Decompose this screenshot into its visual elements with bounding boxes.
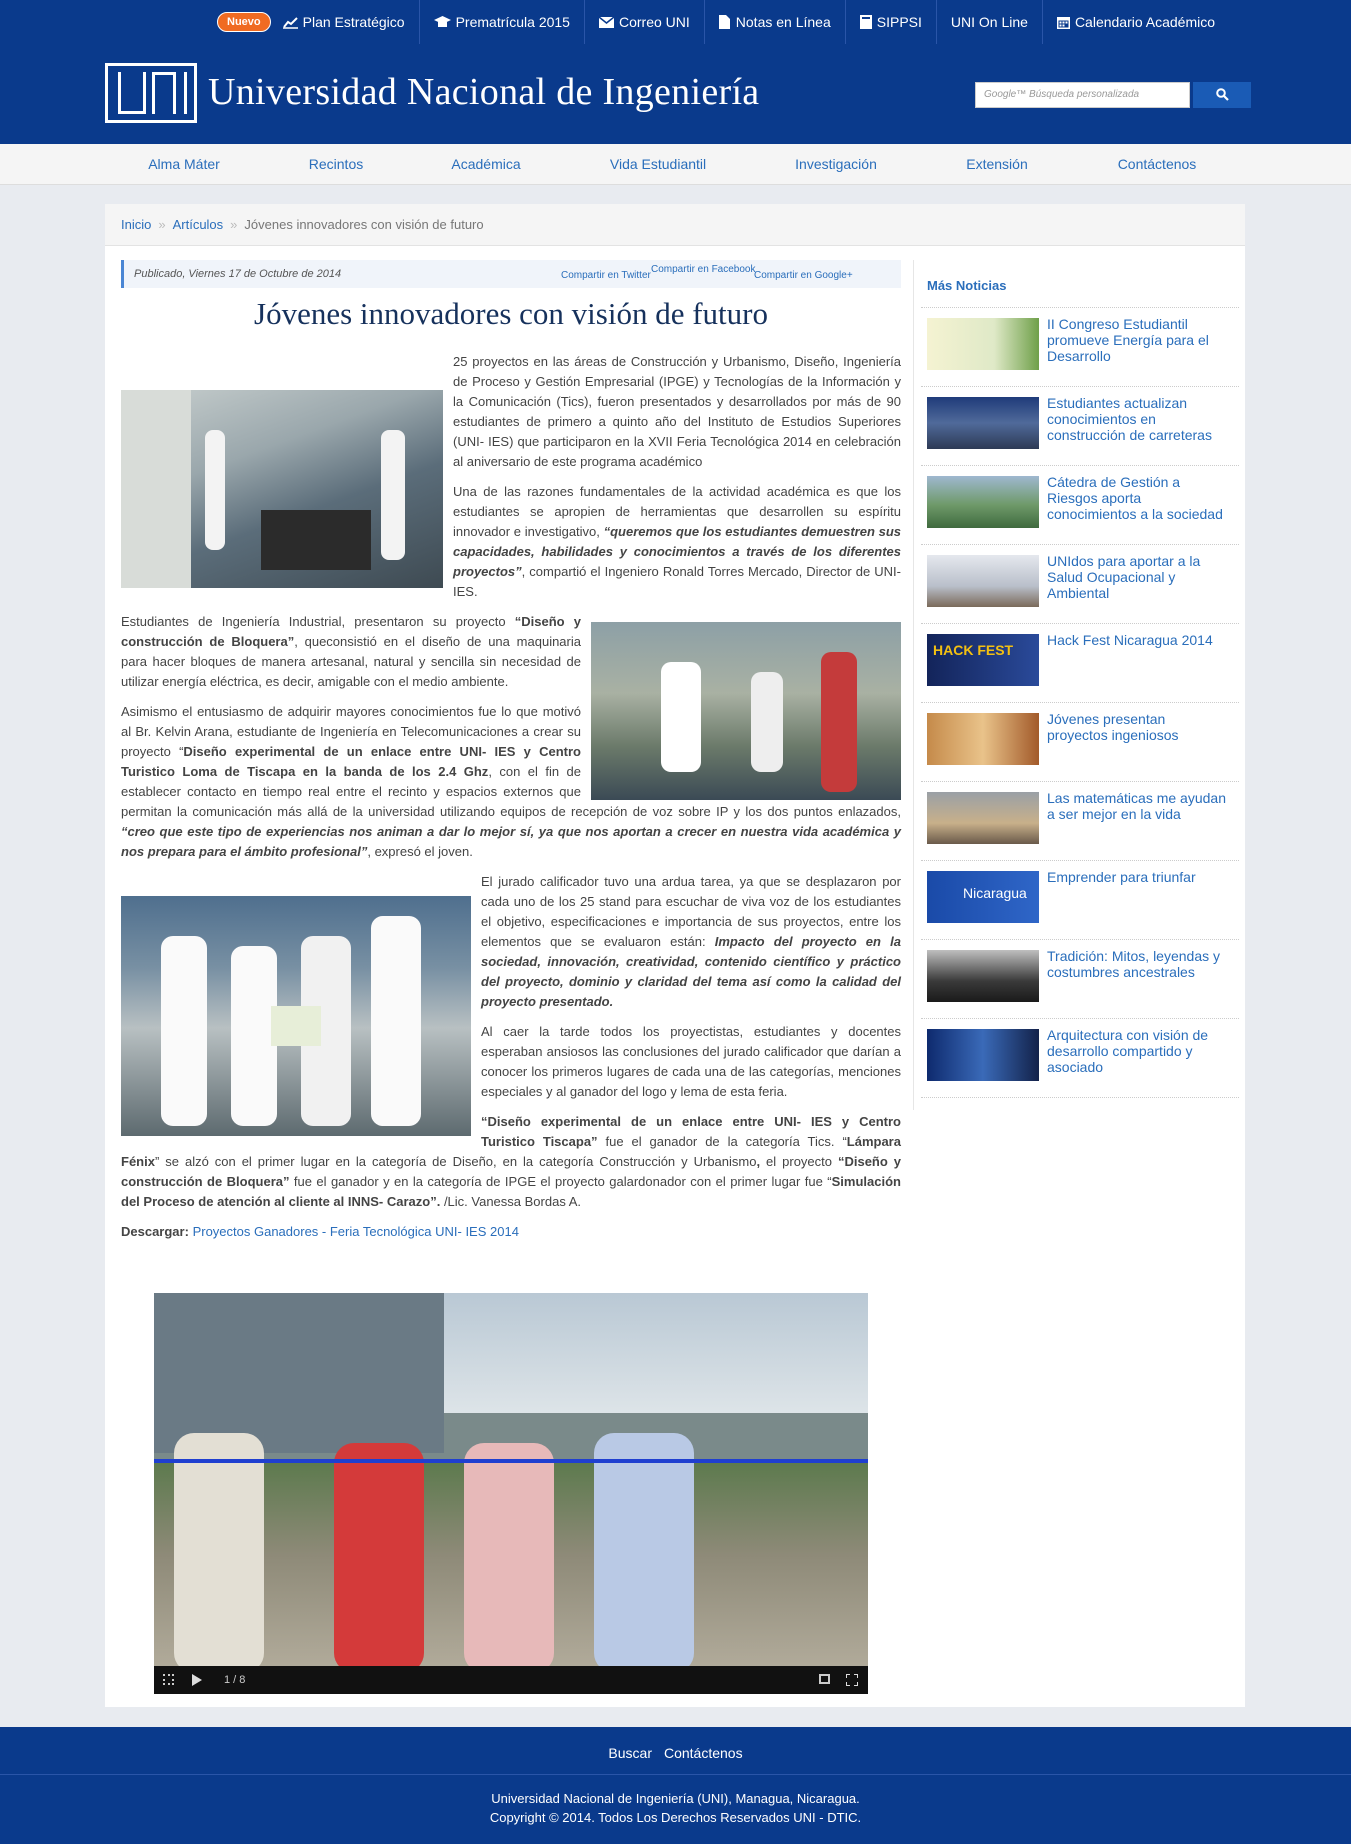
site-header: Universidad Nacional de Ingeniería Googl… xyxy=(0,44,1351,144)
news-thumbnail[interactable] xyxy=(927,950,1039,1002)
nav-contactenos[interactable]: Contáctenos xyxy=(1118,144,1197,184)
news-item[interactable]: Tradición: Mitos, leyendas y costumbres … xyxy=(921,940,1239,1019)
breadcrumb-section[interactable]: Artículos xyxy=(173,217,224,232)
site-name[interactable]: Universidad Nacional de Ingeniería xyxy=(208,70,759,114)
window-icon[interactable] xyxy=(819,1674,830,1684)
chart-icon xyxy=(282,16,298,29)
article-body: 25 proyectos en las áreas de Construcció… xyxy=(121,352,901,1252)
book-icon xyxy=(859,15,872,29)
search-button[interactable] xyxy=(1193,82,1251,108)
breadcrumb-current: Jóvenes innovadores con visión de futuro xyxy=(244,217,484,232)
nav-investigacion[interactable]: Investigación xyxy=(795,144,877,184)
article-title: Jóvenes innovadores con visión de futuro xyxy=(254,296,768,331)
news-item[interactable]: II Congreso Estudiantil promueve Energía… xyxy=(921,308,1239,387)
download-line: Descargar: Proyectos Ganadores - Feria T… xyxy=(121,1224,519,1239)
breadcrumb-home[interactable]: Inicio xyxy=(121,217,151,232)
photo-slideshow[interactable]: 1 / 8 xyxy=(154,1293,868,1694)
nav-extension[interactable]: Extensión xyxy=(966,144,1027,184)
news-item[interactable]: Jóvenes presentan proyectos ingeniosos xyxy=(921,703,1239,782)
footer-copyright: Copyright © 2014. Todos Los Derechos Res… xyxy=(489,1810,862,1825)
news-item[interactable]: Estudiantes actualizan conocimientos en … xyxy=(921,387,1239,466)
main-nav: Alma Máter Recintos Académica Vida Estud… xyxy=(0,144,1351,185)
footer-link-contactenos[interactable]: Contáctenos xyxy=(664,1745,743,1761)
breadcrumb: Inicio» Artículos» Jóvenes innovadores con… xyxy=(105,204,1245,246)
top-links: Nuevo Plan Estratégico Prematrícula 2015… xyxy=(217,0,1229,44)
footer-link-buscar[interactable]: Buscar xyxy=(608,1745,652,1761)
news-item[interactable]: UNIdos para aportar a la Salud Ocupacion… xyxy=(921,545,1239,624)
news-item[interactable]: Nicaragua Emprender para triunfar xyxy=(921,861,1239,940)
top-link-plan-estrategico[interactable]: Plan Estratégico xyxy=(279,0,420,44)
footer-divider xyxy=(0,1774,1351,1775)
news-item[interactable]: Cátedra de Gestión a Riesgos aporta cono… xyxy=(921,466,1239,545)
envelope-icon xyxy=(598,16,614,28)
footer-links: Buscar Contáctenos xyxy=(0,1745,1351,1761)
column-divider xyxy=(913,260,914,1110)
news-thumbnail[interactable] xyxy=(927,713,1039,765)
search-icon xyxy=(1215,88,1229,101)
photo-students-lab xyxy=(121,390,443,588)
top-bar: Nuevo Plan Estratégico Prematrícula 2015… xyxy=(0,0,1351,44)
top-link-calendario[interactable]: Calendario Académico xyxy=(1043,0,1229,44)
news-thumbnail[interactable] xyxy=(927,318,1039,370)
site-footer: Buscar Contáctenos Universidad Nacional d… xyxy=(0,1727,1351,1844)
photo-award-ceremony xyxy=(121,896,471,1136)
top-link-correo[interactable]: Correo UNI xyxy=(585,0,705,44)
fullscreen-icon[interactable] xyxy=(846,1674,858,1686)
search-input[interactable]: Google™ Búsqueda personalizada xyxy=(975,82,1190,108)
search-box: Google™ Búsqueda personalizada xyxy=(975,82,1251,108)
news-thumbnail[interactable] xyxy=(927,792,1039,844)
article-meta: Publicado, Viernes 17 de Octubre de 2014… xyxy=(121,260,901,288)
new-badge: Nuevo xyxy=(217,12,271,32)
top-link-sippsi[interactable]: SIPPSI xyxy=(846,0,937,44)
top-link-uni-online[interactable]: UNI On Line xyxy=(937,0,1043,44)
calendar-icon xyxy=(1056,16,1070,29)
download-link[interactable]: Proyectos Ganadores - Feria Tecnológica … xyxy=(193,1224,519,1239)
grid-icon[interactable] xyxy=(163,1674,174,1685)
news-thumbnail[interactable] xyxy=(927,1029,1039,1081)
nav-vida-estudiantil[interactable]: Vida Estudiantil xyxy=(610,144,706,184)
news-thumbnail[interactable] xyxy=(927,397,1039,449)
content-container: Inicio» Artículos» Jóvenes innovadores con… xyxy=(105,204,1245,1707)
document-icon xyxy=(718,15,730,29)
publish-date: Publicado, Viernes 17 de Octubre de 2014 xyxy=(134,268,342,280)
photo-bloquera-team xyxy=(591,622,901,800)
share-facebook-link[interactable]: Compartir en Facebook xyxy=(651,264,756,275)
more-news-sidebar: Más Noticias II Congreso Estudiantil pro… xyxy=(921,260,1239,1098)
news-item[interactable]: Arquitectura con visión de desarrollo co… xyxy=(921,1019,1239,1098)
footer-address: Universidad Nacional de Ingeniería (UNI)… xyxy=(491,1791,860,1806)
nav-alma-mater[interactable]: Alma Máter xyxy=(148,144,220,184)
slideshow-controls: 1 / 8 xyxy=(154,1666,868,1694)
news-thumbnail[interactable] xyxy=(927,555,1039,607)
news-item[interactable]: Las matemáticas me ayudan a ser mejor en… xyxy=(921,782,1239,861)
slide-counter: 1 / 8 xyxy=(224,1674,246,1686)
news-thumbnail[interactable] xyxy=(927,476,1039,528)
graduation-cap-icon xyxy=(433,16,451,27)
top-link-prematricula[interactable]: Prematrícula 2015 xyxy=(420,0,585,44)
top-link-notas[interactable]: Notas en Línea xyxy=(705,0,846,44)
uni-logo[interactable] xyxy=(105,63,197,123)
nav-recintos[interactable]: Recintos xyxy=(309,144,363,184)
article-paragraph: 25 proyectos en las áreas de Construcció… xyxy=(121,352,901,588)
article-paragraph: Estudiantes de Ingeniería Industrial, pr… xyxy=(121,612,901,800)
sidebar-heading: Más Noticias xyxy=(921,260,1239,308)
share-twitter-link[interactable]: Compartir en Twitter xyxy=(561,270,651,281)
nav-academica[interactable]: Académica xyxy=(451,144,520,184)
news-thumbnail[interactable]: Nicaragua xyxy=(927,871,1039,923)
share-google-link[interactable]: Compartir en Google+ xyxy=(754,270,853,281)
article-paragraph: El jurado calificador tuvo una ardua tar… xyxy=(121,872,901,1136)
news-thumbnail[interactable]: HACK FEST xyxy=(927,634,1039,686)
play-icon[interactable] xyxy=(192,1674,202,1686)
news-item[interactable]: HACK FEST Hack Fest Nicaragua 2014 xyxy=(921,624,1239,703)
